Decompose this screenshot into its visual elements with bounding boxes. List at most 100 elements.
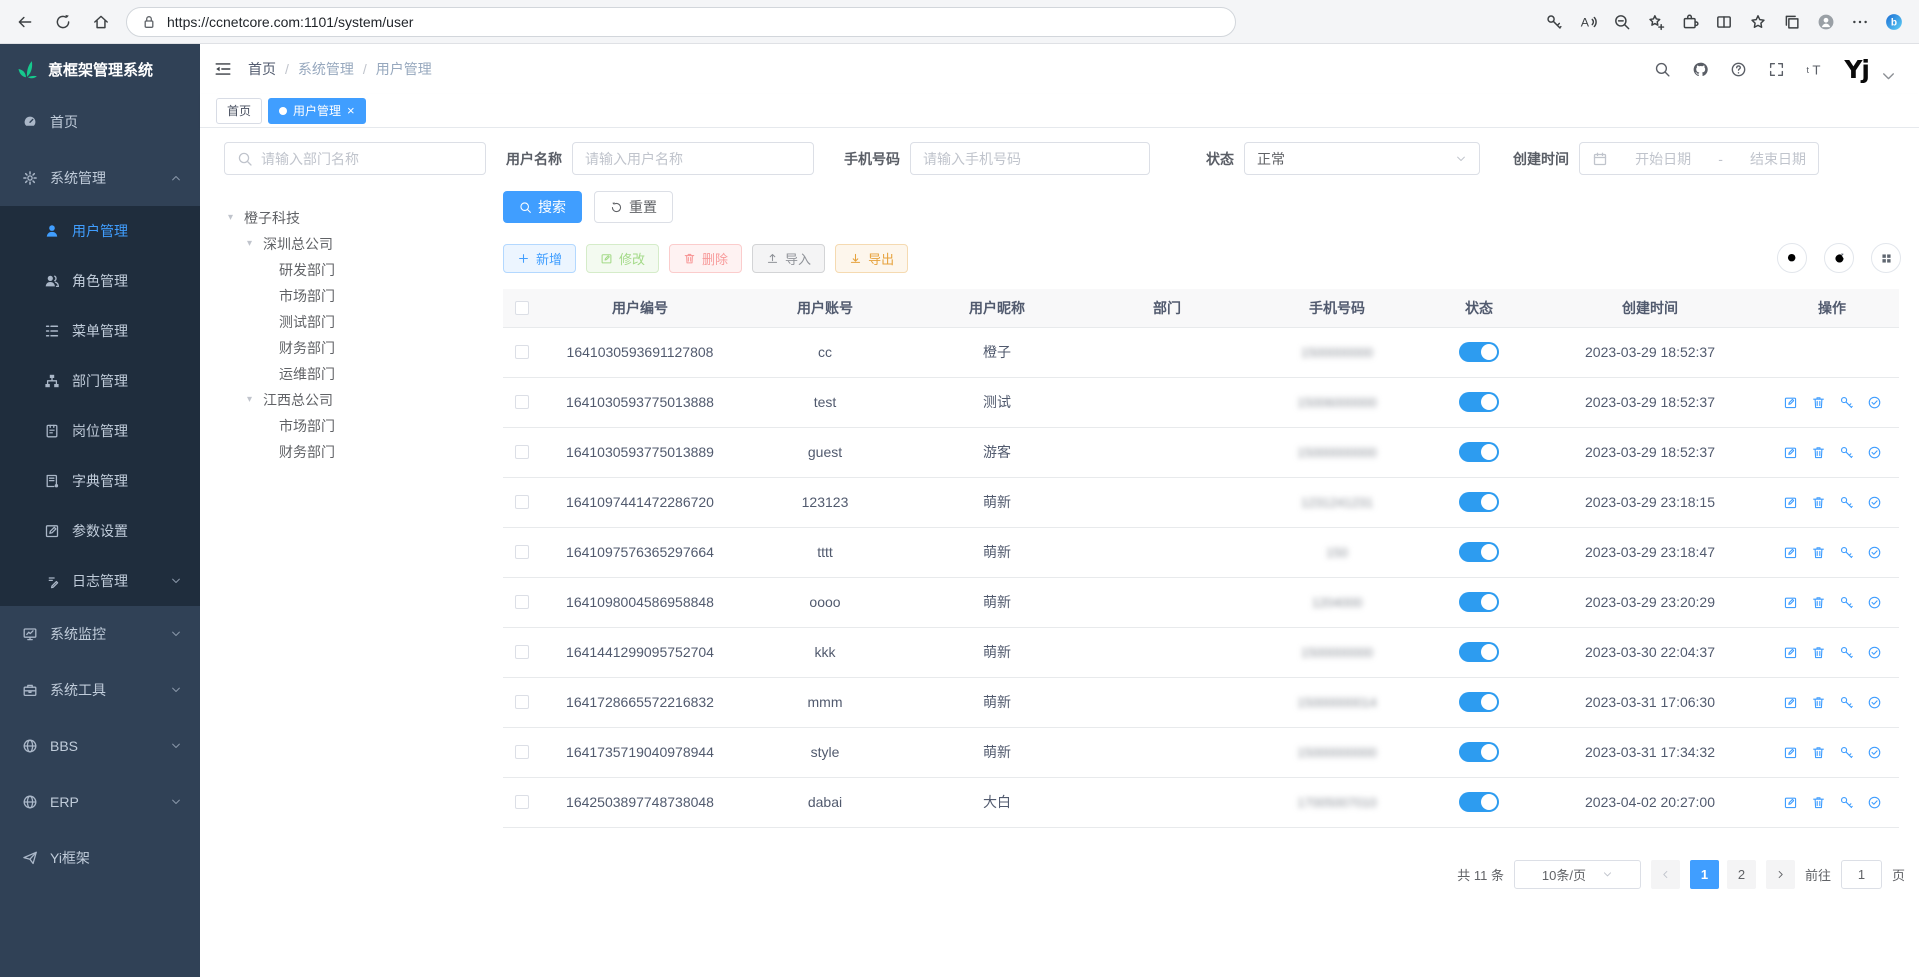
sidebar-item-首页[interactable]: 首页 [0,94,200,150]
edit-icon[interactable] [1783,795,1798,810]
tree-node-测试部门[interactable]: 测试部门 [224,309,503,335]
import-button[interactable]: 导入 [752,244,825,273]
reset-password-icon[interactable] [1839,445,1854,460]
row-checkbox[interactable] [515,545,529,559]
delete-icon[interactable] [1811,695,1826,710]
status-toggle[interactable] [1459,642,1499,662]
sidebar-item-用户管理[interactable]: 用户管理 [0,206,200,256]
assign-role-icon[interactable] [1867,695,1882,710]
search-icon[interactable] [1654,61,1671,78]
sidebar-item-系统管理[interactable]: 系统管理 [0,150,200,206]
status-toggle[interactable] [1459,442,1499,462]
delete-icon[interactable] [1811,495,1826,510]
search-tool-button[interactable] [1777,243,1807,273]
reset-password-icon[interactable] [1839,745,1854,760]
caret-down-icon[interactable]: ▾ [247,387,257,413]
sidebar-item-参数设置[interactable]: 参数设置 [0,506,200,556]
dept-search-input[interactable] [224,142,486,175]
edit-icon[interactable] [1783,445,1798,460]
page-size-select[interactable]: 10条/页 [1514,860,1641,889]
delete-button[interactable]: 删除 [669,244,742,273]
sidebar-item-部门管理[interactable]: 部门管理 [0,356,200,406]
sidebar-item-日志管理[interactable]: 日志管理 [0,556,200,606]
select-all-checkbox[interactable] [515,301,529,315]
sidebar-item-角色管理[interactable]: 角色管理 [0,256,200,306]
row-checkbox[interactable] [515,795,529,809]
font-size-icon[interactable]: tT [1806,61,1823,78]
tree-node-市场部门[interactable]: 市场部门 [224,283,503,309]
row-checkbox[interactable] [515,345,529,359]
tree-node-深圳总公司[interactable]: ▾深圳总公司 [224,231,503,257]
tab-close-icon[interactable]: × [347,104,355,117]
reset-password-icon[interactable] [1839,595,1854,610]
search-button[interactable]: 搜索 [503,191,582,223]
phone-input[interactable] [910,142,1150,175]
tree-node-财务部门[interactable]: 财务部门 [224,439,503,465]
row-checkbox[interactable] [515,645,529,659]
reset-password-icon[interactable] [1839,395,1854,410]
user-avatar-logo[interactable]: Yj [1844,55,1869,84]
chevron-down-icon[interactable] [1880,68,1897,85]
assign-role-icon[interactable] [1867,645,1882,660]
github-icon[interactable] [1692,61,1709,78]
edit-icon[interactable] [1783,545,1798,560]
edit-icon[interactable] [1783,495,1798,510]
delete-icon[interactable] [1811,445,1826,460]
copilot-icon[interactable]: b [1885,13,1903,31]
dept-search-field[interactable] [261,151,473,167]
tree-node-研发部门[interactable]: 研发部门 [224,257,503,283]
more-icon[interactable] [1851,13,1869,31]
tree-node-江西总公司[interactable]: ▾江西总公司 [224,387,503,413]
modify-button[interactable]: 修改 [586,244,659,273]
export-button[interactable]: 导出 [835,244,908,273]
status-toggle[interactable] [1459,492,1499,512]
assign-role-icon[interactable] [1867,745,1882,760]
status-toggle[interactable] [1459,592,1499,612]
home-icon[interactable] [92,13,110,31]
extensions-icon[interactable] [1681,13,1699,31]
assign-role-icon[interactable] [1867,445,1882,460]
page-button-1[interactable]: 1 [1690,860,1719,889]
phone-field[interactable] [923,151,1137,167]
edit-icon[interactable] [1783,645,1798,660]
caret-down-icon[interactable]: ▾ [247,231,257,257]
caret-down-icon[interactable]: ▾ [228,205,238,231]
add-favorite-icon[interactable] [1647,13,1665,31]
sidebar-item-BBS[interactable]: BBS [0,718,200,774]
assign-role-icon[interactable] [1867,595,1882,610]
sidebar-item-系统工具[interactable]: 系统工具 [0,662,200,718]
prev-page-button[interactable] [1651,860,1680,889]
reset-password-icon[interactable] [1839,695,1854,710]
assign-role-icon[interactable] [1867,545,1882,560]
delete-icon[interactable] [1811,745,1826,760]
collections-icon[interactable] [1783,13,1801,31]
edit-icon[interactable] [1783,695,1798,710]
sidebar-item-字典管理[interactable]: 字典管理 [0,456,200,506]
tab-用户管理[interactable]: 用户管理× [268,98,366,124]
row-checkbox[interactable] [515,745,529,759]
row-checkbox[interactable] [515,395,529,409]
row-checkbox[interactable] [515,595,529,609]
status-toggle[interactable] [1459,792,1499,812]
read-aloud-icon[interactable]: A [1579,13,1597,31]
edit-icon[interactable] [1783,595,1798,610]
refresh-icon[interactable] [54,13,72,31]
assign-role-icon[interactable] [1867,395,1882,410]
delete-icon[interactable] [1811,595,1826,610]
page-button-2[interactable]: 2 [1727,860,1756,889]
zoom-out-icon[interactable] [1613,13,1631,31]
delete-icon[interactable] [1811,395,1826,410]
tree-node-橙子科技[interactable]: ▾橙子科技 [224,205,503,231]
row-checkbox[interactable] [515,695,529,709]
breadcrumb-item[interactable]: 首页 [248,59,276,79]
status-select[interactable]: 正常 [1244,142,1480,175]
assign-role-icon[interactable] [1867,795,1882,810]
tab-首页[interactable]: 首页 [216,98,262,124]
date-range-picker[interactable]: 开始日期 - 结束日期 [1579,142,1819,175]
status-toggle[interactable] [1459,692,1499,712]
sidebar-item-ERP[interactable]: ERP [0,774,200,830]
reset-password-icon[interactable] [1839,645,1854,660]
favorites-bar-icon[interactable] [1749,13,1767,31]
key-icon[interactable] [1545,13,1563,31]
username-input[interactable] [572,142,814,175]
